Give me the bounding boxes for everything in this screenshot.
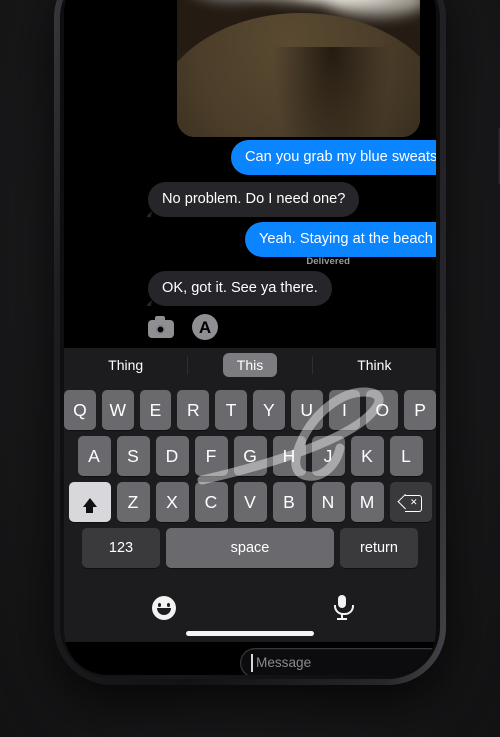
key-o[interactable]: O xyxy=(366,390,399,430)
key-i[interactable]: I xyxy=(328,390,361,430)
key-p[interactable]: P xyxy=(404,390,436,430)
message-text: OK, got it. See ya there. xyxy=(162,280,318,296)
key-g[interactable]: G xyxy=(233,436,267,476)
message-text: Yeah. Staying at the beach late. xyxy=(259,231,436,247)
keyboard-row-1: Q W E R T Y U I O P xyxy=(64,390,436,430)
key-t[interactable]: T xyxy=(215,390,247,430)
key-d[interactable]: D xyxy=(155,436,189,476)
phone-device: Can you grab my blue sweatshirt? No prob… xyxy=(54,0,500,685)
message-input-field[interactable]: Message xyxy=(240,648,436,675)
camera-icon[interactable] xyxy=(148,314,174,340)
delivery-status: Delivered xyxy=(306,256,350,267)
backspace-icon[interactable]: ✕ xyxy=(389,482,432,522)
key-r[interactable]: R xyxy=(177,390,210,430)
message-bubble-received[interactable]: OK, got it. See ya there. xyxy=(148,271,332,307)
keyboard-bottom-bar xyxy=(64,584,436,642)
key-m[interactable]: M xyxy=(350,482,384,522)
predictive-word[interactable]: Thing xyxy=(94,353,157,377)
text-caret xyxy=(251,654,253,672)
key-h[interactable]: H xyxy=(272,436,306,476)
key-b[interactable]: B xyxy=(272,482,306,522)
photo-attachment[interactable] xyxy=(177,0,420,137)
predictive-cell[interactable]: Thing xyxy=(64,348,187,382)
key-c[interactable]: C xyxy=(194,482,228,522)
message-bubble-received[interactable]: No problem. Do I need one? xyxy=(148,182,360,218)
return-key[interactable]: return xyxy=(340,528,418,568)
key-x[interactable]: X xyxy=(155,482,189,522)
keyboard-row-3: Z X C V B N M ✕ xyxy=(64,482,436,522)
key-u[interactable]: U xyxy=(290,390,323,430)
message-bubble-sent[interactable]: Can you grab my blue sweatshirt? xyxy=(231,140,436,176)
numbers-key[interactable]: 123 xyxy=(82,528,160,568)
keyboard-row-4: 123 space return xyxy=(64,528,436,568)
key-l[interactable]: L xyxy=(389,436,423,476)
app-store-icon[interactable]: A xyxy=(192,314,218,340)
shift-arrow-icon[interactable] xyxy=(68,482,111,522)
emoji-smiley-icon[interactable] xyxy=(152,596,176,620)
bubble-tail xyxy=(142,288,158,306)
app-store-glyph: A xyxy=(198,317,212,337)
key-k[interactable]: K xyxy=(350,436,384,476)
message-bubble-sent[interactable]: Yeah. Staying at the beach late. xyxy=(245,222,436,258)
photo-image xyxy=(177,0,420,137)
screenshot-scene: Can you grab my blue sweatshirt? No prob… xyxy=(0,0,500,737)
predictive-cell[interactable]: This xyxy=(188,348,311,382)
key-y[interactable]: Y xyxy=(253,390,285,430)
key-f[interactable]: F xyxy=(194,436,228,476)
space-key[interactable]: space xyxy=(166,528,334,568)
key-n[interactable]: N xyxy=(311,482,345,522)
message-text: No problem. Do I need one? xyxy=(162,191,346,207)
bubble-tail xyxy=(142,199,158,217)
key-z[interactable]: Z xyxy=(116,482,150,522)
hill-shadow xyxy=(272,47,392,137)
key-s[interactable]: S xyxy=(116,436,150,476)
dictation-microphone-icon[interactable] xyxy=(334,595,354,621)
predictive-word[interactable]: Think xyxy=(343,353,405,377)
predictive-cell[interactable]: Think xyxy=(313,348,436,382)
message-placeholder: Message xyxy=(256,655,312,670)
message-input-bar: A Message xyxy=(64,306,436,675)
message-text: Can you grab my blue sweatshirt? xyxy=(245,149,436,165)
home-indicator[interactable] xyxy=(186,631,314,636)
phone-screen: Can you grab my blue sweatshirt? No prob… xyxy=(64,0,436,675)
key-v[interactable]: V xyxy=(233,482,267,522)
predictive-text-bar: Thing This Think xyxy=(64,348,436,382)
predictive-word-selected[interactable]: This xyxy=(222,353,278,377)
key-a[interactable]: A xyxy=(77,436,111,476)
key-e[interactable]: E xyxy=(139,390,172,430)
keyboard-row-2: A S D F G H J K L xyxy=(64,436,436,476)
key-q[interactable]: Q xyxy=(64,390,96,430)
on-screen-keyboard: Thing This Think Q W E R T Y U I O P A S… xyxy=(64,348,436,584)
key-j[interactable]: J xyxy=(311,436,345,476)
key-w[interactable]: W xyxy=(101,390,134,430)
